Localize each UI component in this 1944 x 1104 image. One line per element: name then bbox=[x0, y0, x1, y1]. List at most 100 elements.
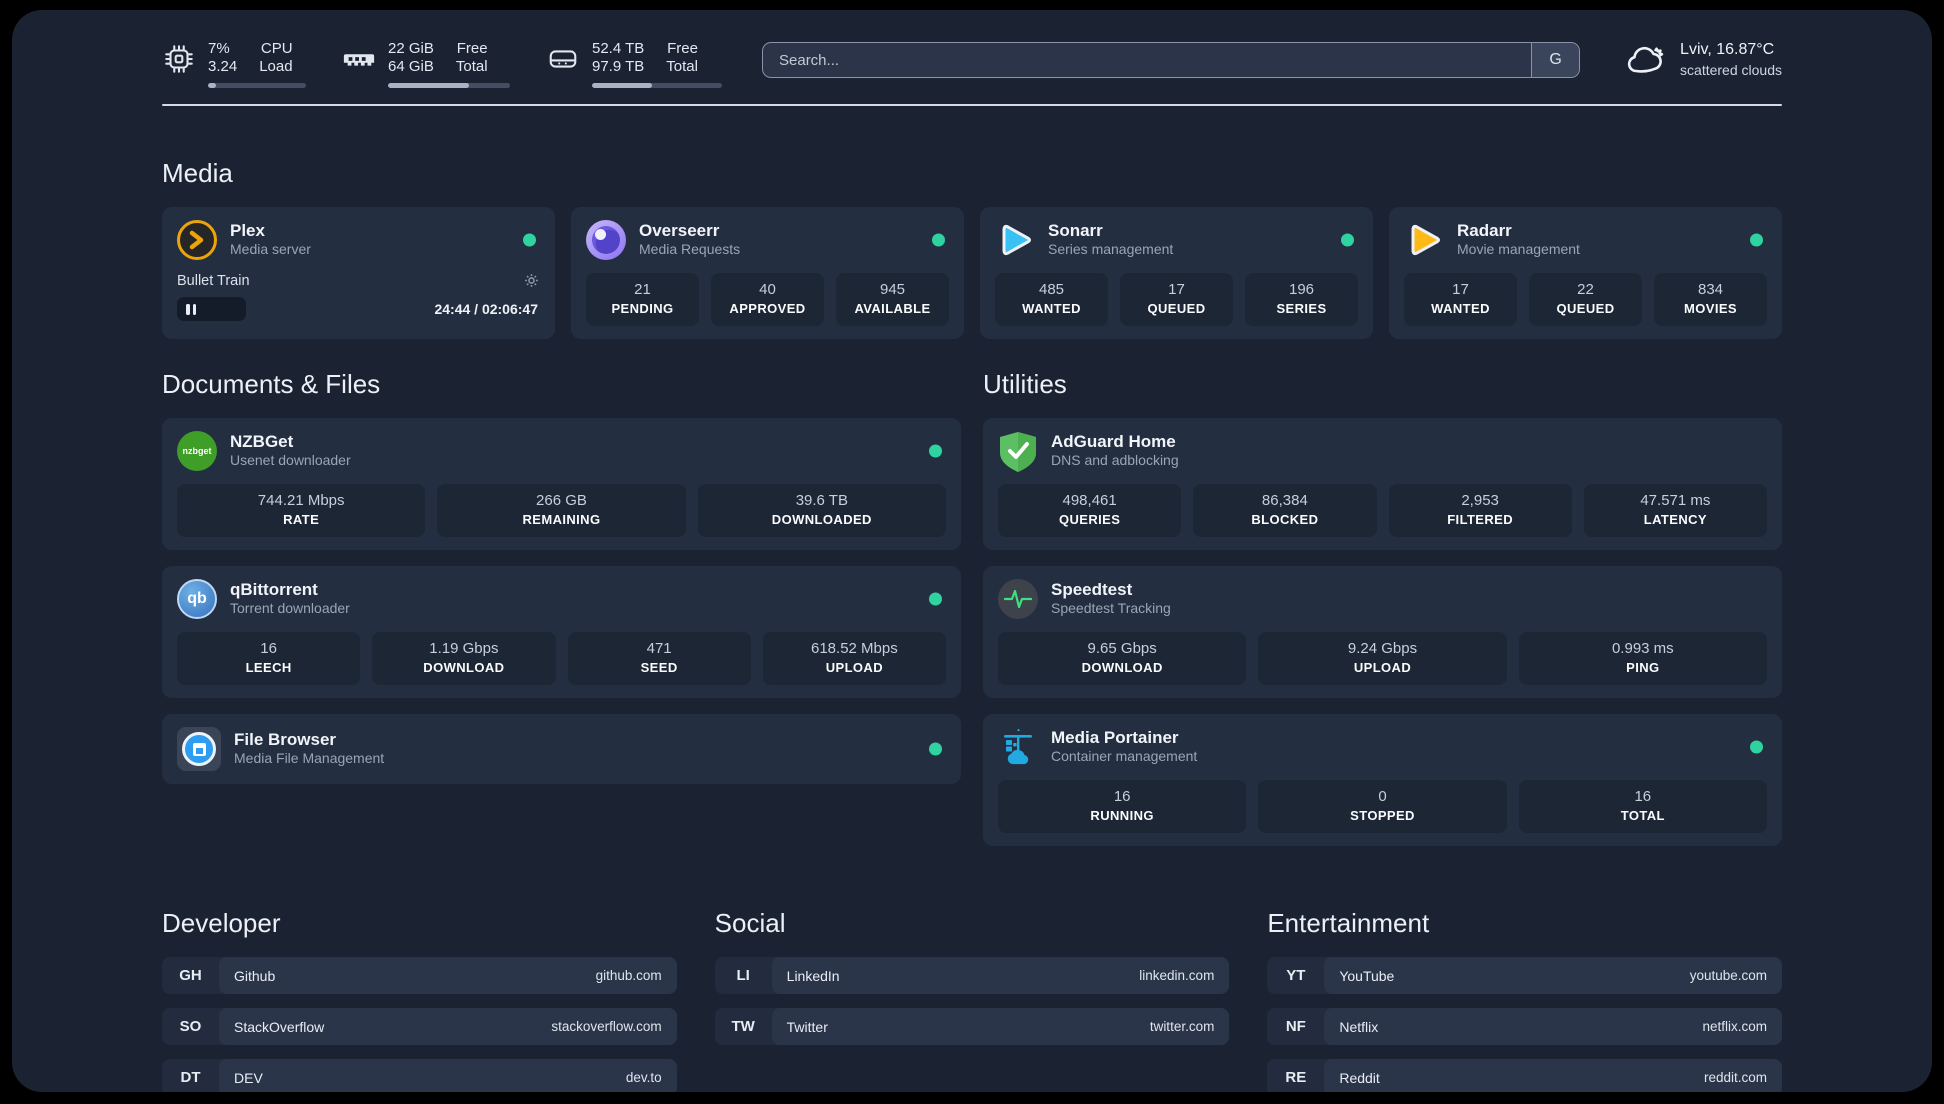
bookmark-abbr: GH bbox=[179, 967, 202, 984]
stat-latency: 47.571 ms LATENCY bbox=[1583, 484, 1767, 537]
bookmark-name: Twitter bbox=[786, 1018, 828, 1035]
bookmark-name: YouTube bbox=[1339, 967, 1395, 984]
sonarr-icon bbox=[995, 220, 1035, 260]
card-adguard[interactable]: AdGuard Home DNS and adblocking 498,461 Q… bbox=[983, 418, 1782, 550]
stat-queued: 22 QUEUED bbox=[1529, 273, 1642, 326]
ram-free-value: 22 GiB bbox=[388, 40, 434, 57]
pause-icon[interactable] bbox=[186, 303, 196, 315]
cpu-metric: 7% 3.24 CPU Load bbox=[162, 40, 306, 88]
disk-progressbar bbox=[592, 83, 722, 88]
plex-name: Plex bbox=[230, 221, 265, 240]
stat-wanted: 17 WANTED bbox=[1404, 273, 1517, 326]
bookmark-github[interactable]: GH Github github.com bbox=[162, 957, 677, 994]
stat-downloaded: 39.6 TB DOWNLOADED bbox=[697, 484, 946, 537]
ram-progressbar bbox=[388, 83, 510, 88]
bookmark-abbr: NF bbox=[1285, 1018, 1306, 1035]
bookmark-twitter[interactable]: TW Twitter twitter.com bbox=[714, 1008, 1230, 1045]
bookmark-name: StackOverflow bbox=[234, 1018, 325, 1035]
card-radarr[interactable]: Radarr Movie management 17 WANTED 22 QUEUE… bbox=[1389, 207, 1782, 339]
cpu-load-label: Load bbox=[259, 58, 293, 75]
stat-queued: 17 QUEUED bbox=[1120, 273, 1233, 326]
search-bar: G bbox=[762, 42, 1581, 78]
section-title-utilities: Utilities bbox=[983, 369, 1067, 399]
ram-metric: 22 GiB 64 GiB Free Total bbox=[342, 40, 510, 88]
bookmark-name: LinkedIn bbox=[786, 967, 840, 984]
qbittorrent-desc: Torrent downloader bbox=[230, 600, 350, 616]
radarr-status-dot bbox=[1750, 233, 1763, 247]
card-speedtest[interactable]: Speedtest Speedtest Tracking 9.65 Gbps DO… bbox=[983, 566, 1782, 698]
ram-icon bbox=[343, 54, 375, 66]
bookmark-url: twitter.com bbox=[1149, 1019, 1215, 1034]
nzbget-name: NZBGet bbox=[230, 432, 294, 451]
stat-total: 16 TOTAL bbox=[1518, 780, 1767, 833]
sonarr-desc: Series management bbox=[1048, 241, 1174, 257]
section-title-entertainment: Entertainment bbox=[1267, 908, 1430, 938]
bookmark-stackoverflow[interactable]: SO StackOverflow stackoverflow.com bbox=[162, 1008, 677, 1045]
stat-series: 196 SERIES bbox=[1245, 273, 1358, 326]
cpu-progressbar bbox=[208, 83, 306, 88]
weather-condition: scattered clouds bbox=[1680, 62, 1782, 78]
search-engine-button[interactable]: G bbox=[1531, 43, 1580, 77]
bookmark-netflix[interactable]: NF Netflix netflix.com bbox=[1267, 1008, 1782, 1045]
disk-icon bbox=[549, 50, 577, 68]
adguard-name: AdGuard Home bbox=[1051, 432, 1176, 451]
card-filebrowser[interactable]: File Browser Media File Management bbox=[162, 714, 961, 784]
stat-seed: 471 SEED bbox=[567, 632, 751, 685]
card-qbittorrent[interactable]: qb qBittorrent Torrent downloader 16 LEEC… bbox=[162, 566, 961, 698]
stat-download: 9.65 Gbps DOWNLOAD bbox=[998, 632, 1247, 685]
bookmark-abbr: DT bbox=[180, 1069, 201, 1086]
nzbget-desc: Usenet downloader bbox=[230, 452, 351, 468]
stat-stopped: 0 STOPPED bbox=[1258, 780, 1507, 833]
settings-gear-icon[interactable] bbox=[523, 272, 540, 289]
overseerr-icon bbox=[586, 220, 626, 260]
bookmark-youtube[interactable]: YT YouTube youtube.com bbox=[1267, 957, 1782, 994]
section-entertainment: Entertainment YT YouTube youtube.com NF N… bbox=[1267, 908, 1782, 1092]
stat-ping: 0.993 ms PING bbox=[1518, 632, 1767, 685]
portainer-desc: Container management bbox=[1051, 748, 1198, 764]
stat-remaining: 266 GB REMAINING bbox=[437, 484, 686, 537]
radarr-desc: Movie management bbox=[1457, 241, 1580, 257]
stat-filtered: 2,953 FILTERED bbox=[1388, 484, 1572, 537]
stat-upload: 618.52 Mbps UPLOAD bbox=[762, 632, 946, 685]
dashboard: 7% 3.24 CPU Load 22 GiB 64 GiB Free Tota… bbox=[12, 10, 1932, 1092]
bookmark-linkedin[interactable]: LI LinkedIn linkedin.com bbox=[714, 957, 1230, 994]
stat-blocked: 86,384 BLOCKED bbox=[1193, 484, 1377, 537]
section-documents: Documents & Files nzbget NZBGet Usenet d… bbox=[162, 369, 961, 784]
plex-player-progress[interactable]: 24:44 / 02:06:47 bbox=[177, 297, 540, 321]
cpu-usage-label: CPU bbox=[260, 40, 293, 57]
stat-approved: 40 APPROVED bbox=[711, 273, 824, 326]
search-input[interactable] bbox=[763, 43, 1532, 77]
card-overseerr[interactable]: Overseerr Media Requests 21 PENDING 40 APP… bbox=[571, 207, 964, 339]
card-portainer[interactable]: Media Portainer Container management 16 R… bbox=[983, 714, 1782, 846]
plex-desc: Media server bbox=[230, 241, 311, 257]
bookmark-url: netflix.com bbox=[1702, 1019, 1767, 1034]
bookmark-url: dev.to bbox=[625, 1070, 662, 1085]
sonarr-name: Sonarr bbox=[1048, 221, 1103, 240]
header: 7% 3.24 CPU Load 22 GiB 64 GiB Free Tota… bbox=[162, 10, 1782, 88]
bookmark-reddit[interactable]: RE Reddit reddit.com bbox=[1267, 1059, 1782, 1092]
section-title-social: Social bbox=[714, 908, 786, 938]
section-title-media: Media bbox=[162, 158, 233, 188]
bookmark-name: Reddit bbox=[1339, 1069, 1380, 1086]
disk-total-value: 97.9 TB bbox=[592, 58, 645, 75]
bookmark-abbr: RE bbox=[1285, 1069, 1307, 1086]
cloud-icon bbox=[1627, 46, 1664, 73]
bookmark-dev[interactable]: DT DEV dev.to bbox=[162, 1059, 677, 1092]
portainer-status-dot bbox=[1750, 740, 1763, 754]
weather-widget: Lviv, 16.87°C scattered clouds bbox=[1624, 40, 1782, 80]
section-utilities: Utilities AdGuard Home DNS and adblockin… bbox=[983, 369, 1782, 846]
overseerr-name: Overseerr bbox=[639, 221, 720, 240]
card-nzbget[interactable]: nzbget NZBGet Usenet downloader 744.21 M… bbox=[162, 418, 961, 550]
bookmark-url: stackoverflow.com bbox=[551, 1019, 662, 1034]
ram-total-value: 64 GiB bbox=[388, 58, 434, 75]
filebrowser-desc: Media File Management bbox=[234, 750, 385, 766]
card-plex[interactable]: Plex Media server Bullet Train 24:44 / 0… bbox=[162, 207, 555, 339]
adguard-icon bbox=[998, 431, 1038, 472]
stat-available: 945 AVAILABLE bbox=[836, 273, 949, 326]
bookmark-abbr: YT bbox=[1286, 967, 1306, 984]
stat-pending: 21 PENDING bbox=[586, 273, 699, 326]
weather-location: Lviv, 16.87°C bbox=[1680, 41, 1775, 58]
card-sonarr[interactable]: Sonarr Series management 485 WANTED 17 QUE… bbox=[980, 207, 1373, 339]
portainer-icon bbox=[998, 727, 1038, 767]
qbittorrent-name: qBittorrent bbox=[230, 580, 318, 599]
